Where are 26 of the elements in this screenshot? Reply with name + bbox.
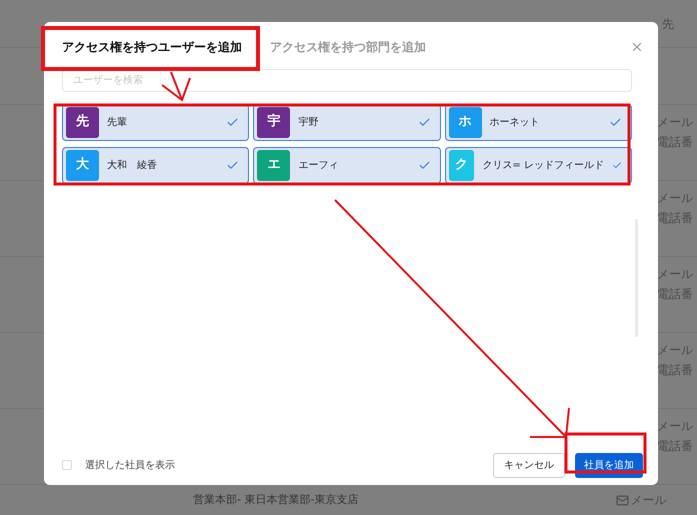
user-avatar: 宇	[257, 106, 290, 138]
user-name: 宇野	[298, 116, 320, 130]
user-chip[interactable]: 宇 宇野	[253, 104, 441, 141]
tab[interactable]: アクセス権を持つユーザーを追加	[62, 38, 242, 56]
user-avatar: ク	[448, 150, 474, 181]
user-name: クリス= レッドフィールド	[482, 158, 604, 173]
user-avatar: 先	[66, 106, 99, 138]
user-avatar: 大	[66, 150, 99, 181]
user-chip[interactable]: エ エーフィ	[253, 146, 441, 184]
user-name: エーフィ	[298, 158, 340, 173]
cancel-button[interactable]: キャンセル	[493, 452, 565, 478]
search-field[interactable]: ユーザーを検索	[62, 69, 632, 92]
checkbox-label: 選択した社員を表示	[85, 458, 175, 473]
user-avatar: エ	[257, 150, 290, 181]
user-chip[interactable]: 大 大和 綾香	[62, 146, 250, 184]
checkbox[interactable]	[62, 460, 72, 470]
mail-icon	[616, 494, 630, 506]
user-chip[interactable]: 先 先輩	[62, 104, 250, 141]
user-name: 先輩	[107, 116, 128, 130]
user-chip[interactable]: ク クリス= レッドフィールド	[444, 146, 632, 184]
user-name: 大和 綾香	[107, 158, 158, 173]
annotation-arrow	[161, 71, 191, 102]
user-name: ホーネット	[490, 116, 541, 130]
user-avatar: ホ	[448, 106, 482, 138]
department-text: 営業本部- 東日本営業部-東京支店	[193, 492, 358, 508]
user-chip[interactable]: ホ ホーネット	[444, 104, 632, 141]
